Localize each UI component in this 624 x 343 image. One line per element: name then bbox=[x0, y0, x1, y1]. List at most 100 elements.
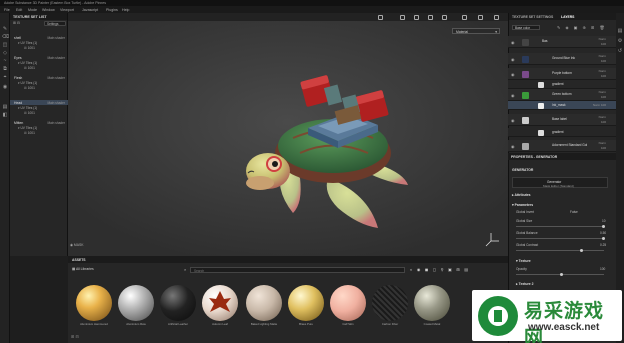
asset-filter-icons[interactable]: ◐ ◉ ◼ ◻ ⚲ ▣ ⊞ ▤ bbox=[410, 267, 470, 272]
channel-dropdown[interactable]: Base color bbox=[512, 25, 540, 30]
material-thumbnail[interactable] bbox=[160, 285, 196, 321]
layer-opacity[interactable]: 100 bbox=[601, 120, 606, 124]
uv-tiles-label[interactable]: ▾ UV Tiles (1) bbox=[18, 106, 37, 110]
snapshot-icon[interactable] bbox=[378, 14, 383, 20]
layer-blend[interactable]: Norm bbox=[599, 90, 606, 94]
texture-set-eyes[interactable]: Eyes Main shader bbox=[10, 55, 68, 60]
tab-layers[interactable]: LAYERS bbox=[561, 15, 574, 19]
layer-opacity[interactable]: 100 bbox=[601, 59, 606, 63]
texture-set-shader[interactable]: Main shader bbox=[47, 121, 65, 125]
grid-toggle-icon[interactable] bbox=[462, 14, 467, 20]
camera-mode-icon[interactable] bbox=[414, 14, 419, 20]
history-icon[interactable]: ↺ bbox=[617, 49, 623, 54]
texture2-section[interactable]: ▸ Texture 2 bbox=[516, 282, 533, 286]
assets-search-input[interactable]: Search bbox=[190, 267, 405, 273]
material-thumbnail[interactable] bbox=[372, 285, 408, 321]
turtle-model[interactable] bbox=[68, 13, 508, 256]
menu-file[interactable]: File bbox=[4, 8, 10, 12]
layer-blend[interactable]: Norm bbox=[599, 115, 606, 119]
layer-row[interactable]: ◉ Bas Norm 100 bbox=[508, 36, 616, 48]
layers-icon[interactable]: ▤ bbox=[617, 29, 623, 34]
layer-blend[interactable]: Norm bbox=[599, 37, 606, 41]
layer-row[interactable]: gradient bbox=[508, 80, 616, 89]
layer-row[interactable]: ◉ Purple bottom Norm 100 bbox=[508, 68, 616, 80]
layer-blend[interactable]: Norm bbox=[599, 141, 606, 145]
layer-row[interactable]: ◉ Adornment Standard Gol Norm 100 bbox=[508, 140, 616, 152]
texture-section[interactable]: ▾ Texture bbox=[516, 259, 531, 263]
bake-icon[interactable]: ◉ bbox=[2, 85, 8, 90]
texture-set-mitten[interactable]: Mitten Main shader bbox=[10, 120, 68, 125]
menu-viewport[interactable]: Viewport bbox=[60, 8, 74, 12]
split-view-icon[interactable] bbox=[478, 14, 483, 20]
viewport[interactable] bbox=[68, 13, 508, 256]
fullscreen-icon[interactable] bbox=[494, 14, 499, 20]
menu-mode[interactable]: Mode bbox=[28, 8, 37, 12]
material-thumbnail[interactable] bbox=[246, 285, 282, 321]
settings-icon[interactable]: ⚙ bbox=[617, 39, 623, 44]
library-filter[interactable]: ▦ All Libraries bbox=[72, 267, 94, 271]
material-thumbnail[interactable] bbox=[76, 285, 112, 321]
uv-tiles-label[interactable]: ▾ UV Tiles (1) bbox=[18, 41, 37, 45]
global-balance-slider[interactable] bbox=[516, 238, 604, 239]
material-thumbnail[interactable] bbox=[202, 285, 238, 321]
uv-tiles-label[interactable]: ▾ UV Tiles (1) bbox=[18, 81, 37, 85]
texture-set-shader[interactable]: Main shader bbox=[47, 101, 65, 105]
layer-tools-icons[interactable]: ✎ ◈ ▣ ⊕ ⊞ 🗑 bbox=[557, 25, 607, 30]
texture-set-shader[interactable]: Main shader bbox=[47, 76, 65, 80]
slider-handle[interactable] bbox=[560, 273, 563, 276]
generator-picker[interactable]: Generator Mask Editor (Standard) bbox=[512, 177, 608, 188]
picker-icon[interactable]: ⌖ bbox=[2, 75, 8, 80]
display-settings-icon[interactable] bbox=[428, 14, 433, 20]
eye-icon[interactable]: ◉ bbox=[511, 144, 515, 149]
camera-icon[interactable]: ◧ bbox=[2, 113, 8, 118]
uv-tile-item[interactable]: ☒ 1001 bbox=[24, 131, 35, 135]
slider-handle[interactable] bbox=[580, 249, 583, 252]
clone-icon[interactable]: ⧉ bbox=[2, 67, 8, 72]
layer-row[interactable]: ◉ Green bottom Norm 100 bbox=[508, 89, 616, 101]
settings-dropdown[interactable]: Settings bbox=[44, 21, 66, 26]
projection-icon[interactable]: ◫ bbox=[2, 43, 8, 48]
attributes-section[interactable]: ▸ Attributes bbox=[512, 193, 531, 197]
param-value[interactable]: False bbox=[570, 210, 578, 214]
eye-icon[interactable]: ◉ bbox=[511, 118, 515, 123]
menu-plugins[interactable]: Plugins bbox=[106, 8, 118, 12]
paint-brush-icon[interactable]: ✎ bbox=[2, 27, 8, 32]
texture-set-shader[interactable]: Main shader bbox=[47, 56, 65, 60]
smudge-icon[interactable]: ~ bbox=[2, 59, 8, 64]
parameters-section[interactable]: ▾ Parameters bbox=[512, 203, 533, 207]
render-icon[interactable] bbox=[400, 14, 405, 20]
uv-tiles-label[interactable]: ▾ UV Tiles (1) bbox=[18, 61, 37, 65]
texture-set-shader[interactable]: Main shader bbox=[47, 36, 65, 40]
layer-row[interactable]: gradient bbox=[508, 128, 616, 137]
layer-opacity[interactable]: 100 bbox=[601, 95, 606, 99]
uv-tile-item[interactable]: ☒ 1001 bbox=[24, 111, 35, 115]
eraser-icon[interactable]: ⌫ bbox=[2, 35, 9, 40]
material-thumbnail[interactable] bbox=[118, 285, 154, 321]
layer-opacity[interactable]: Norm 100 bbox=[593, 103, 606, 107]
global-contrast-slider[interactable] bbox=[516, 250, 604, 251]
shader-settings-icon[interactable] bbox=[442, 14, 447, 20]
layer-row[interactable]: ◉ Ground Blue Ink Norm 100 bbox=[508, 53, 616, 65]
menu-javascript[interactable]: Javascript bbox=[82, 8, 98, 12]
material-thumbnail[interactable] bbox=[330, 285, 366, 321]
layer-blend[interactable]: Norm bbox=[599, 69, 606, 73]
polygon-fill-icon[interactable]: ◇ bbox=[2, 51, 8, 56]
layer-opacity[interactable]: 100 bbox=[601, 146, 606, 150]
texture-set-head[interactable]: Head Main shader bbox=[10, 100, 68, 105]
viewport-mode-dropdown[interactable]: Material ▾ bbox=[452, 28, 500, 34]
uv-tile-item[interactable]: ☒ 1001 bbox=[24, 66, 35, 70]
grid-view-icon[interactable]: ⊞ ⊟ bbox=[13, 21, 20, 25]
tab-texture-set-settings[interactable]: TEXTURE SET SETTINGS bbox=[512, 15, 553, 19]
layer-blend[interactable]: Norm bbox=[599, 54, 606, 58]
texture-set-shell[interactable]: shell Main shader bbox=[10, 35, 68, 40]
eye-icon[interactable]: ◉ bbox=[511, 40, 515, 45]
uv-tile-item[interactable]: ☒ 1001 bbox=[24, 86, 35, 90]
eye-icon[interactable]: ◉ bbox=[511, 93, 515, 98]
layer-opacity[interactable]: 100 bbox=[601, 42, 606, 46]
eye-icon[interactable]: ◉ bbox=[511, 57, 515, 62]
material-thumbnail[interactable] bbox=[288, 285, 324, 321]
material-thumbnail[interactable] bbox=[414, 285, 450, 321]
menu-edit[interactable]: Edit bbox=[16, 8, 22, 12]
uv-tile-item[interactable]: ☒ 1001 bbox=[24, 46, 35, 50]
menu-window[interactable]: Window bbox=[42, 8, 55, 12]
